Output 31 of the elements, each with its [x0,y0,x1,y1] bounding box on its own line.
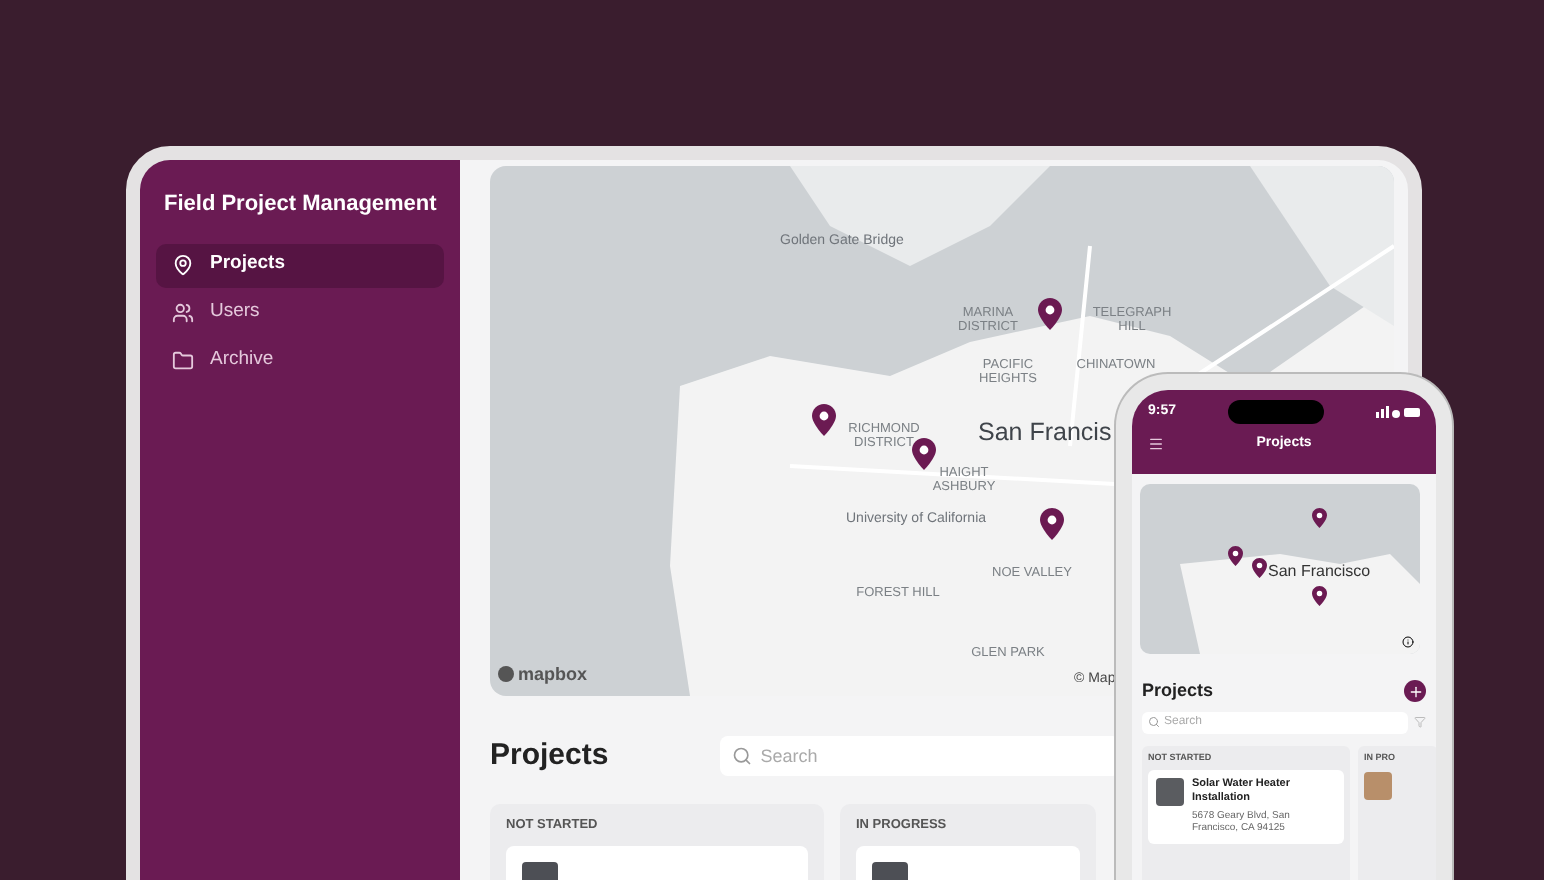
map-label: San Francisco [1268,560,1371,584]
camera-notch [1228,400,1324,424]
section-title: Projects [1142,678,1214,704]
sidebar-item[interactable]: Archive [156,339,444,383]
map-pin-icon[interactable] [1228,546,1243,566]
search-icon [732,746,753,767]
attribution-text: mapbox [518,661,588,688]
map-pin-icon[interactable] [1038,298,1062,330]
status-icons [1375,406,1420,418]
map-pin-icon[interactable] [1040,508,1064,540]
map-pin-icon[interactable] [1312,586,1327,606]
map-pin-icon[interactable] [912,438,936,470]
folder-icon [172,350,194,372]
map[interactable]: San Francisco [1140,484,1420,654]
photo-placeholder [1364,772,1392,801]
map-pin-icon[interactable] [1252,558,1267,578]
sidebar-item[interactable]: Projects [156,243,444,287]
map-pin-icon [172,254,194,276]
search-icon [1148,716,1160,728]
info-icon[interactable] [1402,636,1414,648]
map-pin-icon[interactable] [812,404,836,436]
plus-icon [1407,683,1423,700]
photo-placeholder [1156,778,1184,807]
add-button[interactable] [1404,680,1426,703]
section-title: Projects [490,736,609,776]
map-label: San Francis [978,416,1112,450]
app-title: Field Project Management [162,190,439,220]
sidebar-item[interactable]: Users [156,291,444,335]
map-pin-icon[interactable] [1312,508,1327,528]
users-icon [172,302,194,324]
menu-icon[interactable] [1148,436,1164,453]
